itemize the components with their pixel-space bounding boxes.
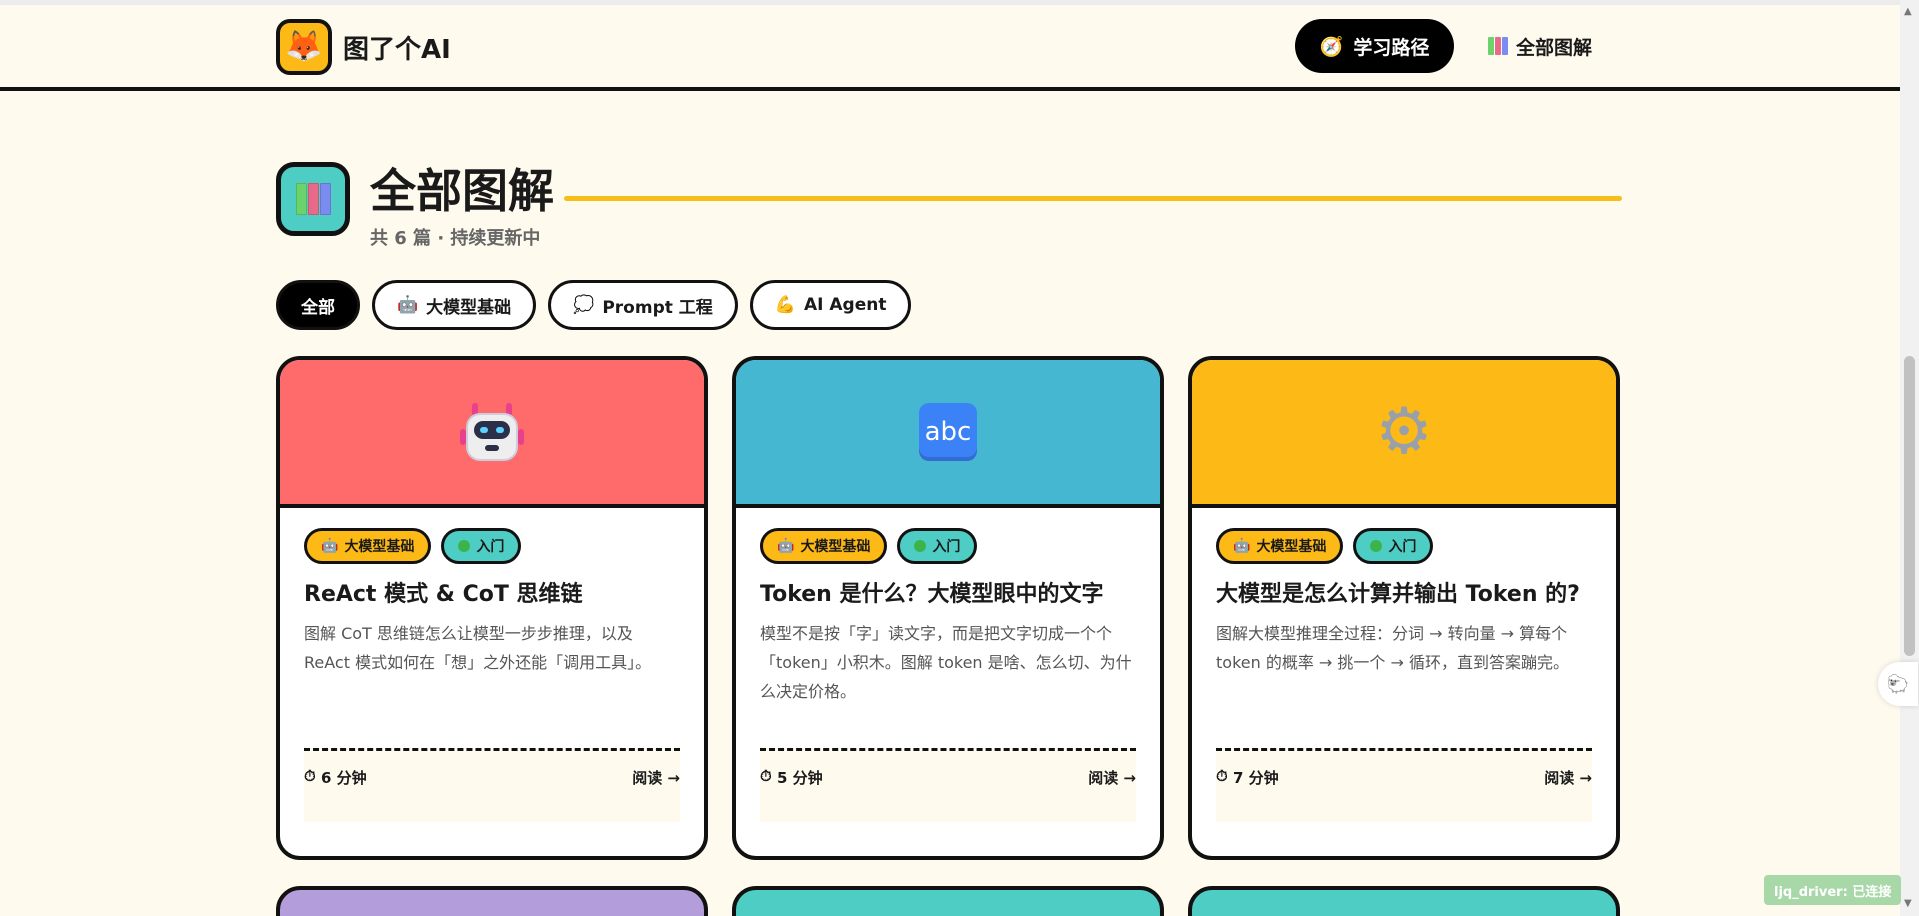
books-icon [1488, 37, 1508, 55]
green-dot-icon [914, 540, 927, 552]
green-dot-icon [1370, 540, 1383, 552]
card-footer: ⏱ 5 分钟 阅读 → [760, 748, 1136, 822]
read-link[interactable]: 阅读 → [1544, 767, 1592, 822]
brand-name[interactable]: 图了个AI [343, 29, 451, 66]
category-tag: 🤖 大模型基础 [760, 528, 888, 564]
article-card-partial[interactable] [1188, 886, 1620, 916]
green-dot-icon [458, 540, 471, 552]
card-description: 图解大模型推理全过程：分词 → 转向量 → 算每个 token 的概率 → 挑一… [1216, 624, 1569, 672]
filter-llm-basics[interactable]: 🤖 大模型基础 [372, 280, 537, 330]
tag-label: 大模型基础 [800, 539, 871, 555]
category-tag: 🤖 大模型基础 [304, 528, 432, 564]
read-time: ⏱ 5 分钟 [760, 767, 823, 822]
robot-icon: 🤖 [321, 538, 339, 554]
read-time-label: 6 分钟 [320, 769, 367, 787]
gear-icon: ⚙ [1375, 395, 1433, 469]
nav-all-diagrams-label: 全部图解 [1516, 36, 1593, 59]
speech-bubble-icon: 💭 [573, 295, 595, 315]
read-time: ⏱ 6 分钟 [304, 767, 367, 822]
filter-ai-agent[interactable]: 💪 AI Agent [749, 280, 912, 330]
card-title[interactable]: ReAct 模式 & CoT 思维链 [304, 580, 680, 609]
filter-label: 全部 [301, 297, 335, 318]
abc-icon: abc [919, 403, 977, 461]
assistant-avatar-icon[interactable]: 🐑 [1878, 662, 1918, 706]
read-link[interactable]: 阅读 → [1088, 767, 1136, 822]
page-subtitle: 共 6 篇 · 持续更新中 [370, 228, 541, 249]
scroll-down-arrow-icon[interactable]: ▼ [1904, 898, 1912, 909]
filter-label: Prompt 工程 [602, 297, 713, 318]
article-card-partial[interactable] [276, 886, 708, 916]
level-tag: 入门 [1353, 528, 1434, 564]
robot-icon: 🤖 [1233, 538, 1251, 554]
level-tag: 入门 [441, 528, 522, 564]
books-icon [276, 162, 350, 236]
tag-label: 入门 [1388, 539, 1417, 555]
site-header: 🦊 图了个AI 🧭 学习路径 全部图解 [0, 5, 1900, 91]
filter-prompt-engineering[interactable]: 💭 Prompt 工程 [548, 280, 738, 330]
card-description: 模型不是按「字」读文字，而是把文字切成一个个「token」小积木。图解 toke… [760, 624, 1132, 701]
page-title: 全部图解 [370, 164, 554, 218]
stopwatch-icon: ⏱ [1216, 767, 1228, 785]
robot-icon: 🤖 [777, 538, 795, 554]
level-tag: 入门 [897, 528, 978, 564]
article-card-partial[interactable] [732, 886, 1164, 916]
read-link[interactable]: 阅读 → [632, 767, 680, 822]
title-underline [564, 196, 1622, 201]
card-footer: ⏱ 7 分钟 阅读 → [1216, 748, 1592, 822]
card-footer: ⏱ 6 分钟 阅读 → [304, 748, 680, 822]
card-description: 图解 CoT 思维链怎么让模型一步步推理，以及 ReAct 模式如何在「想」之外… [304, 624, 652, 672]
connection-status-badge: ljq_driver: 已连接 [1764, 875, 1902, 905]
article-card[interactable]: 🤖 大模型基础 入门 ReAct 模式 & CoT 思维链 图解 CoT 思维链… [276, 356, 708, 860]
nav-learning-path-label: 学习路径 [1353, 36, 1430, 59]
tag-label: 大模型基础 [1256, 539, 1327, 555]
read-time: ⏱ 7 分钟 [1216, 767, 1279, 822]
stopwatch-icon: ⏱ [760, 767, 772, 785]
filter-all[interactable]: 全部 [276, 280, 360, 330]
read-time-label: 7 分钟 [1232, 769, 1279, 787]
tag-label: 入门 [932, 539, 961, 555]
scrollbar-thumb[interactable] [1904, 356, 1915, 656]
scroll-up-arrow-icon[interactable]: ▲ [1904, 6, 1912, 17]
card-banner: ⚙ [1192, 360, 1616, 508]
compass-icon: 🧭 [1319, 35, 1344, 58]
tag-label: 大模型基础 [344, 539, 415, 555]
category-tag: 🤖 大模型基础 [1216, 528, 1344, 564]
tag-label: 入门 [476, 539, 505, 555]
card-title[interactable]: Token 是什么？大模型眼中的文字 [760, 580, 1136, 609]
card-banner [280, 360, 704, 508]
nav-learning-path-button[interactable]: 🧭 学习路径 [1295, 19, 1454, 73]
filter-label: AI Agent [803, 295, 887, 315]
logo-fox-icon[interactable]: 🦊 [276, 19, 332, 75]
nav-all-diagrams-link[interactable]: 全部图解 [1488, 19, 1592, 73]
stopwatch-icon: ⏱ [304, 767, 316, 785]
category-filters: 全部 🤖 大模型基础 💭 Prompt 工程 💪 AI Agent [276, 280, 912, 330]
robot-icon: 🤖 [397, 295, 419, 315]
read-time-label: 5 分钟 [776, 769, 823, 787]
article-card[interactable]: ⚙ 🤖 大模型基础 入门 大模型是怎么计算并输出 Token 的? 图解大模型推… [1188, 356, 1620, 860]
article-card[interactable]: abc 🤖 大模型基础 入门 Token 是什么？大模型眼中的文字 模型不是按「… [732, 356, 1164, 860]
card-banner: abc [736, 360, 1160, 508]
robot-icon [460, 403, 524, 461]
flexed-arm-icon: 💪 [774, 295, 796, 315]
card-title[interactable]: 大模型是怎么计算并输出 Token 的? [1216, 580, 1592, 609]
filter-label: 大模型基础 [426, 297, 512, 318]
